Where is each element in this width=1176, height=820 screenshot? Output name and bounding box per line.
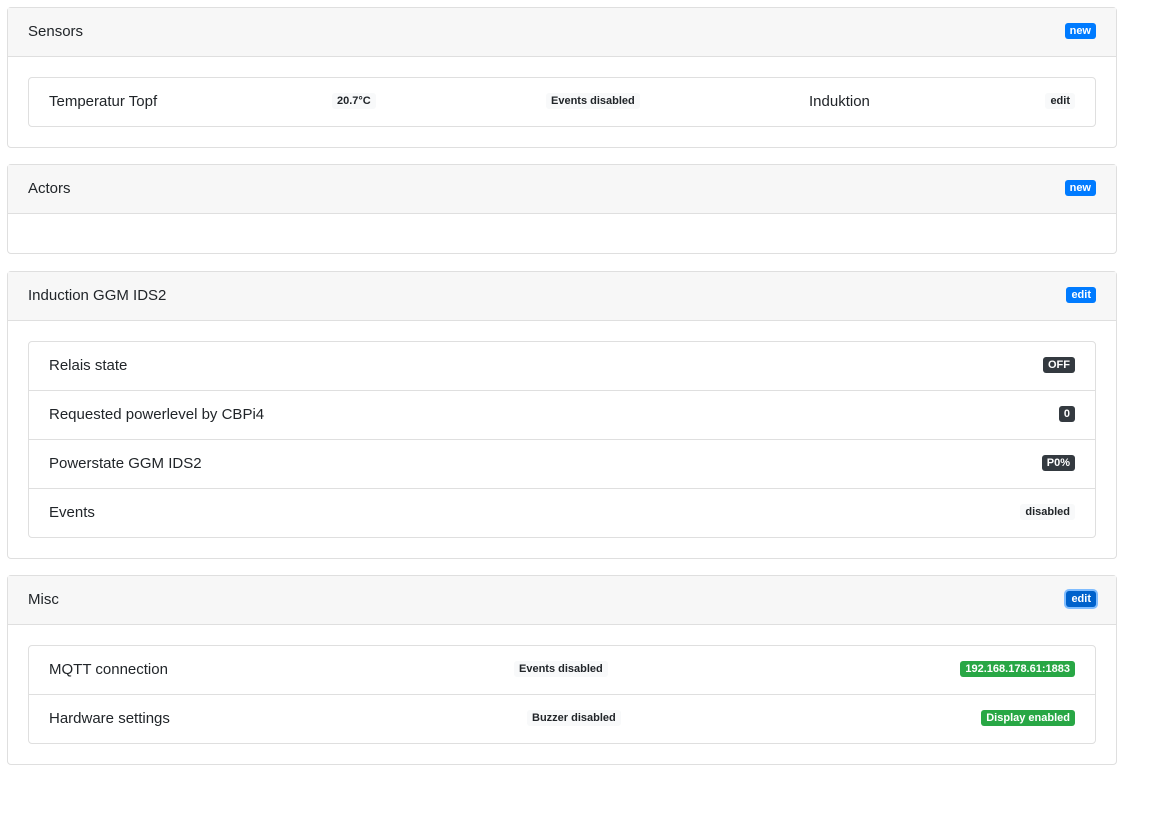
requested-powerlevel-row: Requested powerlevel by CBPi4 0 bbox=[29, 390, 1095, 439]
induction-title: Induction GGM IDS2 bbox=[28, 287, 167, 304]
row-label: Relais state bbox=[49, 357, 128, 374]
row-label: Hardware settings bbox=[49, 710, 170, 727]
powerstate-row: Powerstate GGM IDS2 P0% bbox=[29, 439, 1095, 488]
sensors-card: Sensors new Temperatur Topf 20.7°C Event… bbox=[7, 7, 1117, 148]
actors-header: Actors new bbox=[8, 165, 1116, 214]
row-label: MQTT connection bbox=[49, 661, 168, 678]
new-sensor-button[interactable]: new bbox=[1064, 23, 1096, 39]
display-badge: Display enabled bbox=[981, 710, 1075, 726]
events-badge: disabled bbox=[1020, 504, 1075, 520]
induction-card: Induction GGM IDS2 edit Relais state OFF … bbox=[7, 271, 1117, 559]
events-row: Events disabled bbox=[29, 488, 1095, 537]
sensor-value-badge: 20.7°C bbox=[332, 93, 376, 109]
sensor-row: Temperatur Topf 20.7°C Events disabled I… bbox=[29, 78, 1095, 126]
misc-header: Misc edit bbox=[8, 576, 1116, 625]
mqtt-row: MQTT connection Events disabled 192.168.17… bbox=[29, 646, 1095, 694]
sensor-name: Temperatur Topf bbox=[49, 93, 158, 110]
mqtt-events-badge: Events disabled bbox=[514, 661, 608, 677]
row-label: Requested powerlevel by CBPi4 bbox=[49, 406, 265, 423]
relais-state-badge: OFF bbox=[1043, 357, 1075, 373]
powerstate-badge: P0% bbox=[1041, 455, 1075, 471]
sensor-events-badge: Events disabled bbox=[546, 93, 640, 109]
buzzer-badge: Buzzer disabled bbox=[527, 710, 621, 726]
actors-card: Actors new bbox=[7, 164, 1117, 254]
sensor-actor: Induktion bbox=[809, 93, 870, 110]
row-label: Powerstate GGM IDS2 bbox=[49, 455, 202, 472]
new-actor-button[interactable]: new bbox=[1064, 180, 1096, 196]
powerlevel-badge: 0 bbox=[1058, 406, 1075, 422]
misc-card: Misc edit MQTT connection Events disabled… bbox=[7, 575, 1117, 765]
sensors-title: Sensors bbox=[28, 23, 84, 40]
actors-title: Actors bbox=[28, 180, 71, 197]
hardware-row: Hardware settings Buzzer disabled Display … bbox=[29, 694, 1095, 743]
mqtt-address-badge: 192.168.178.61:1883 bbox=[960, 661, 1075, 677]
row-label: Events bbox=[49, 504, 95, 521]
misc-edit-button[interactable]: edit bbox=[1066, 591, 1096, 607]
induction-header: Induction GGM IDS2 edit bbox=[8, 272, 1116, 321]
sensors-header: Sensors new bbox=[8, 8, 1116, 57]
misc-title: Misc bbox=[28, 591, 59, 608]
relais-state-row: Relais state OFF bbox=[29, 342, 1095, 390]
sensor-edit-button[interactable]: edit bbox=[1045, 93, 1075, 109]
induction-edit-button[interactable]: edit bbox=[1066, 287, 1096, 303]
